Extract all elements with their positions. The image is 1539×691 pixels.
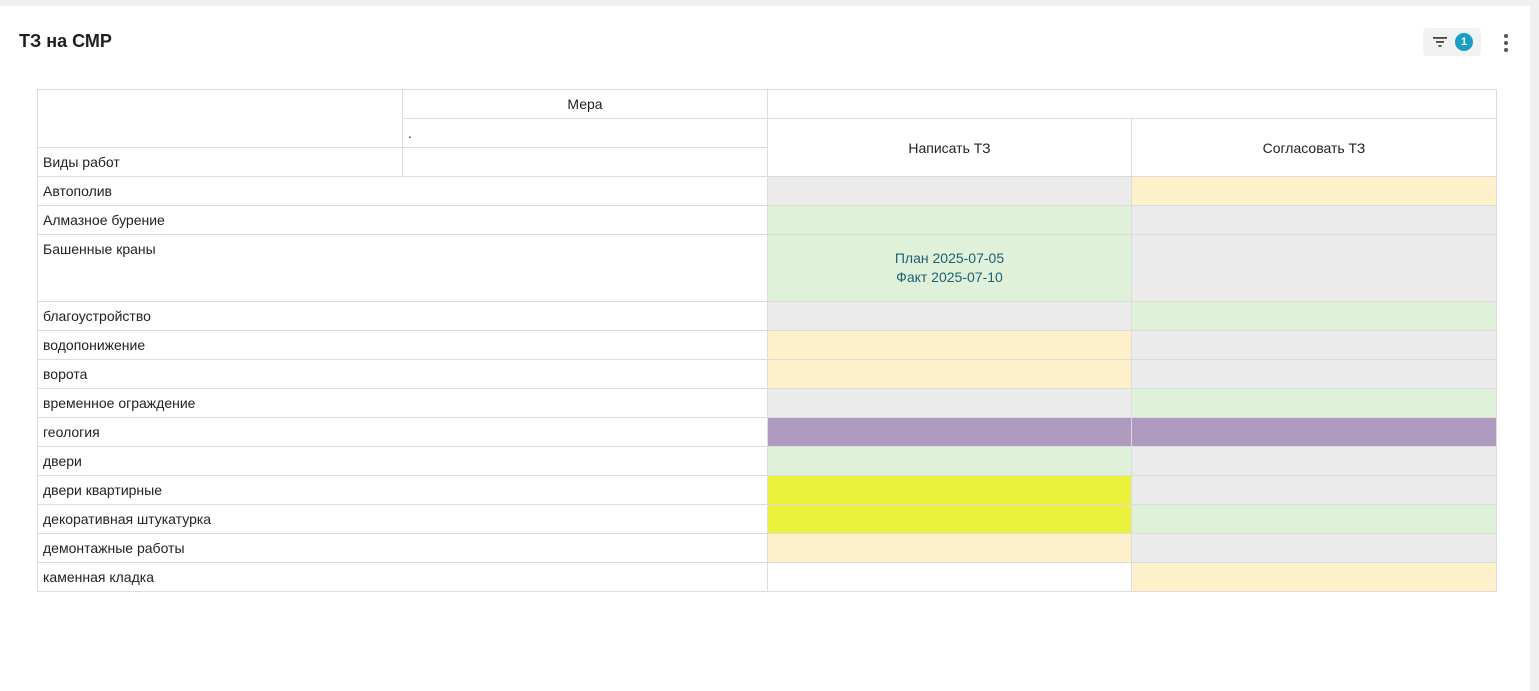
row-label: каменная кладка [37,562,768,592]
status-cell[interactable] [767,205,1132,235]
table-row: декоративная штукатурка [37,504,1497,534]
corner-cell [37,89,403,148]
row-label: водопонижение [37,330,768,360]
status-cell[interactable] [1131,562,1497,592]
table-row: каменная кладка [37,562,1497,592]
fact-date: Факт 2025-07-10 [896,269,1003,285]
measure-subheader: . [402,118,768,148]
column-header-approve[interactable]: Согласовать ТЗ [1131,118,1497,177]
table-row: ворота [37,359,1497,389]
row-label: геология [37,417,768,447]
status-cell[interactable] [767,359,1132,389]
status-cell[interactable] [767,475,1132,505]
status-cell[interactable] [1131,475,1497,505]
status-cell[interactable] [1131,234,1497,302]
filter-count-badge: 1 [1455,33,1473,51]
table-row: геология [37,417,1497,447]
status-cell[interactable] [767,301,1132,331]
page-title: ТЗ на СМР [19,31,112,51]
row-header-empty [402,147,768,177]
table-row: временное ограждение [37,388,1497,418]
row-label: двери [37,446,768,476]
pivot-table: Мера . Написать ТЗ Согласовать ТЗ Виды р… [37,89,1497,592]
row-label: демонтажные работы [37,533,768,563]
table-row: Автополив [37,176,1497,206]
plan-date: План 2025-07-05 [894,250,1005,266]
table-row: Алмазное бурение [37,205,1497,235]
status-cell[interactable] [767,176,1132,206]
status-cell[interactable] [1131,301,1497,331]
more-menu-button[interactable] [1496,28,1516,56]
table-row: водопонижение [37,330,1497,360]
status-cell[interactable] [767,388,1132,418]
status-cell[interactable] [1131,388,1497,418]
table-row: Башенные краны План 2025-07-05 Факт 2025-0… [37,234,1497,302]
status-cell[interactable] [1131,176,1497,206]
status-cell[interactable] [1131,446,1497,476]
measure-group-header [767,89,1497,119]
status-cell[interactable] [1131,205,1497,235]
status-cell[interactable] [767,330,1132,360]
status-cell[interactable] [767,446,1132,476]
filter-button[interactable]: 1 [1423,28,1481,56]
status-cell[interactable] [767,562,1132,592]
status-cell[interactable]: План 2025-07-05 Факт 2025-07-10 [767,234,1132,302]
table-row: двери квартирные [37,475,1497,505]
status-cell[interactable] [767,533,1132,563]
column-header-write[interactable]: Написать ТЗ [767,118,1132,177]
filter-icon [1433,37,1447,47]
status-cell[interactable] [1131,533,1497,563]
more-vertical-icon [1504,34,1508,38]
row-label: ворота [37,359,768,389]
row-header-label: Виды работ [37,147,403,177]
row-label: декоративная штукатурка [37,504,768,534]
row-label: двери квартирные [37,475,768,505]
table-row: двери [37,446,1497,476]
dashboard-panel: ТЗ на СМР 1 Мера . Написать ТЗ Согласова… [0,6,1530,691]
row-label: Башенные краны [37,234,768,302]
status-cell[interactable] [767,417,1132,447]
row-label: благоустройство [37,301,768,331]
status-cell[interactable] [1131,330,1497,360]
status-cell[interactable] [767,504,1132,534]
row-label: Алмазное бурение [37,205,768,235]
row-label: Автополив [37,176,768,206]
measure-header: Мера [402,89,768,119]
table-row: демонтажные работы [37,533,1497,563]
table-row: благоустройство [37,301,1497,331]
status-cell[interactable] [1131,504,1497,534]
status-cell[interactable] [1131,417,1497,447]
row-label: временное ограждение [37,388,768,418]
status-cell[interactable] [1131,359,1497,389]
